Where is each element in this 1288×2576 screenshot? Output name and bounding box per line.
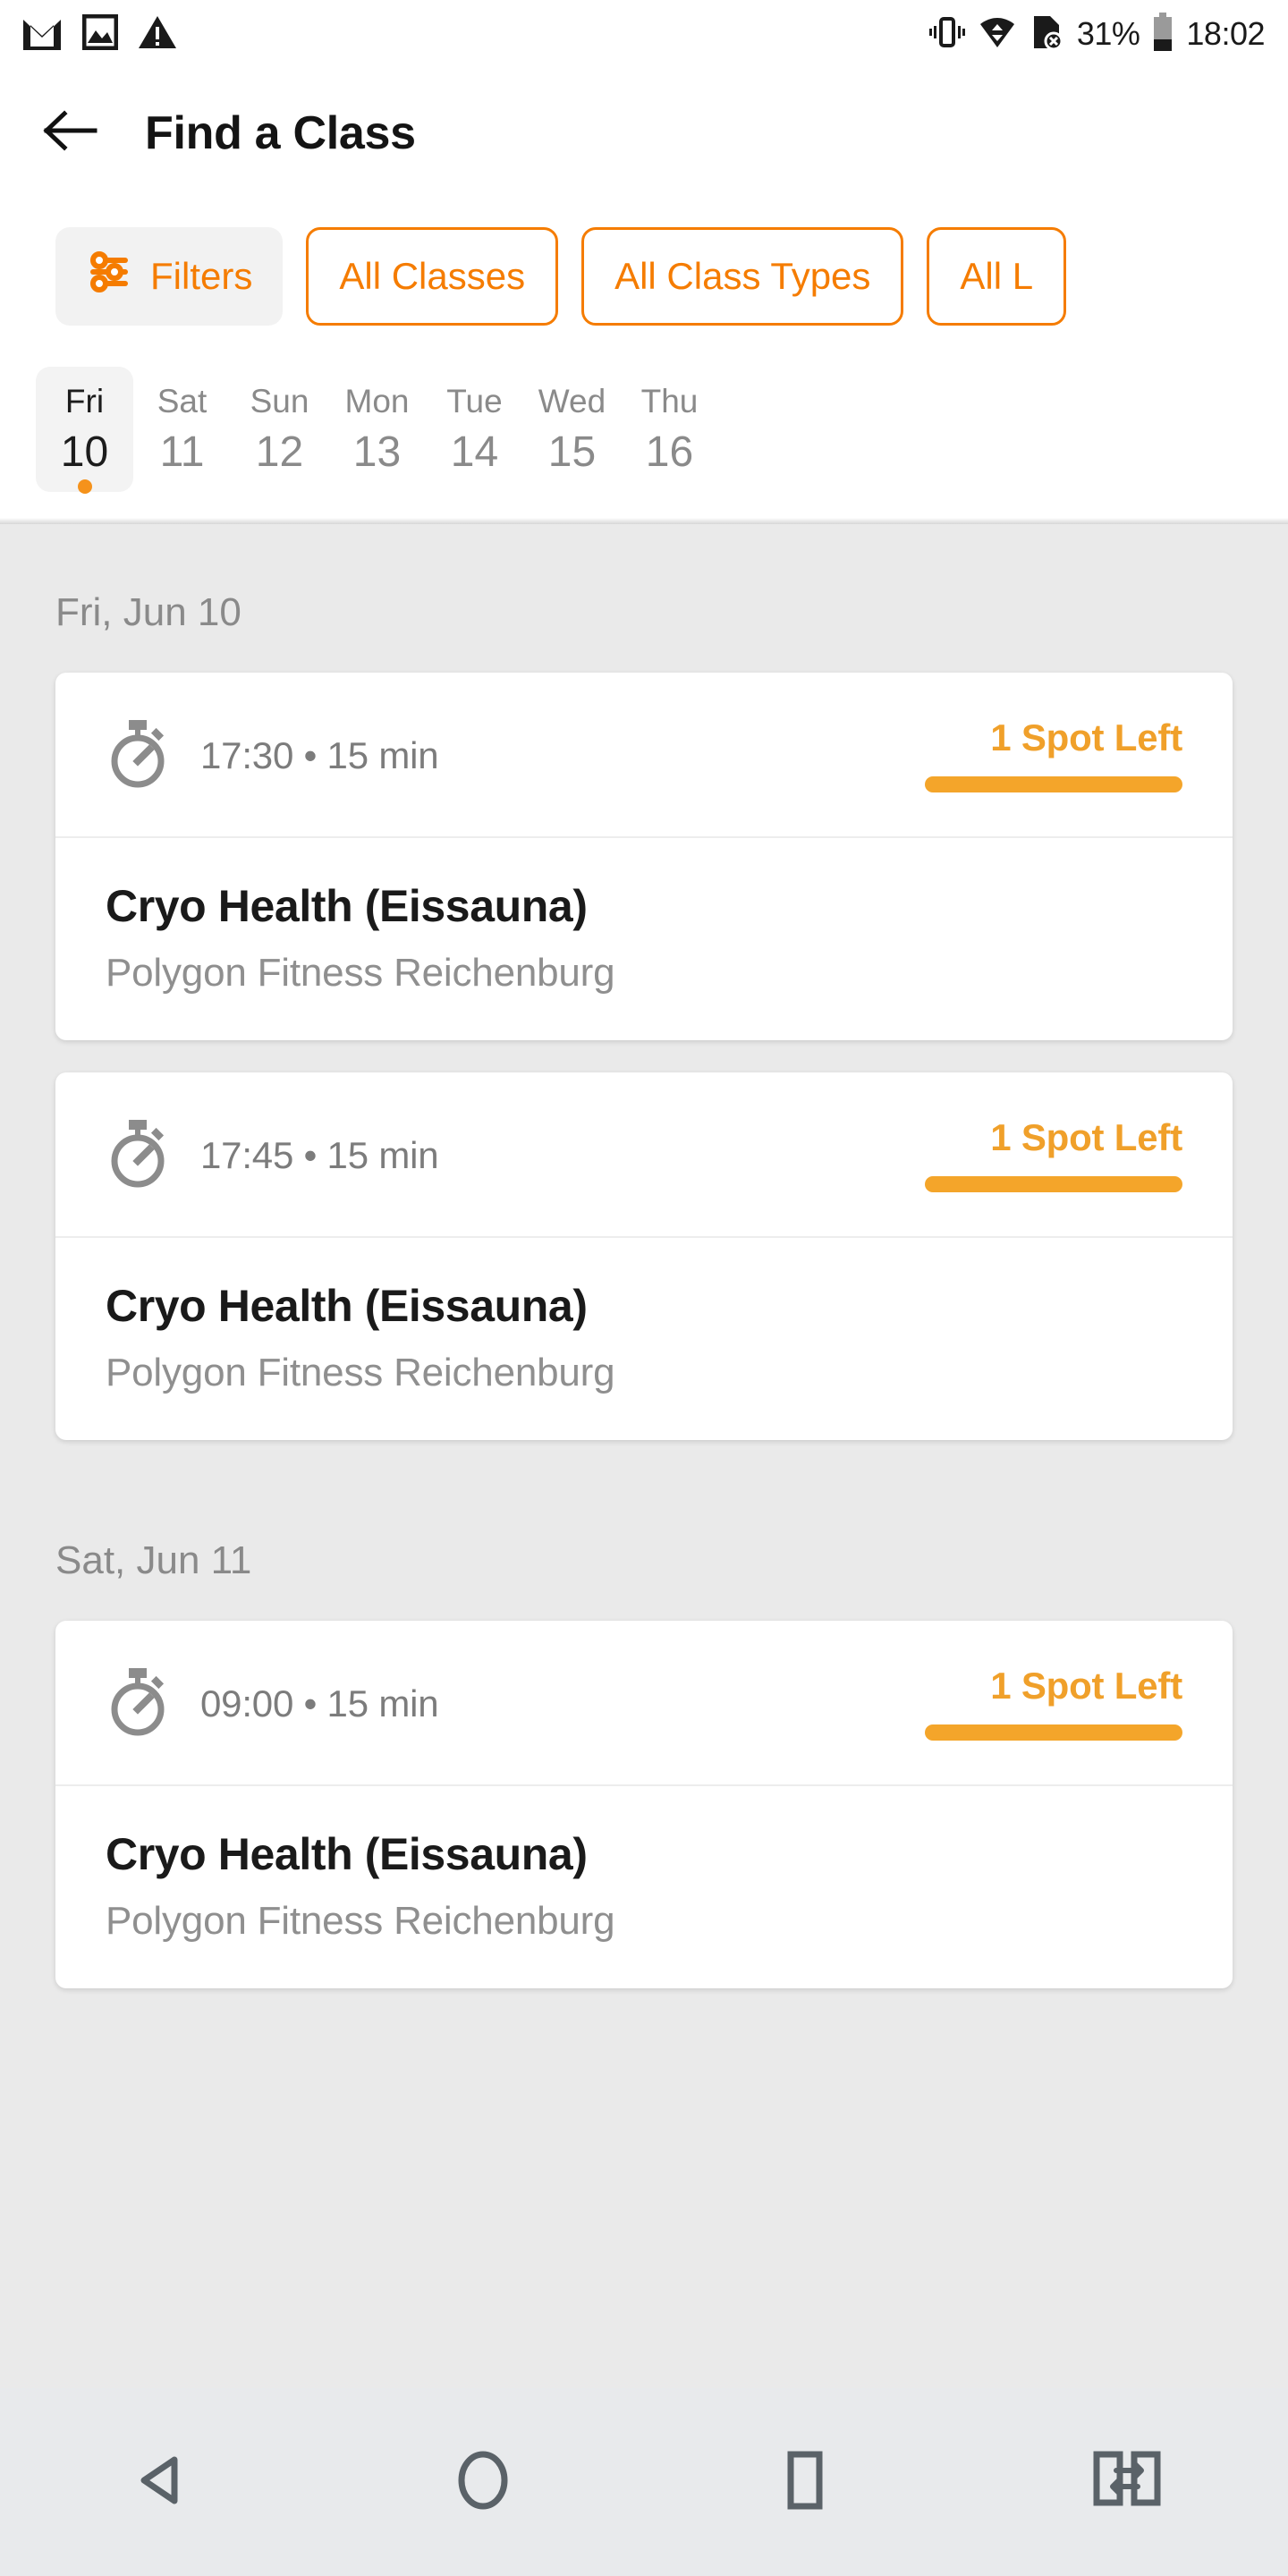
class-card-time-row: 17:45 • 15 min 1 Spot Left bbox=[55, 1072, 1233, 1238]
nav-recents-button[interactable] bbox=[644, 2388, 966, 2576]
day-number: 13 bbox=[352, 428, 402, 477]
filter-chip-all-classes[interactable]: All Classes bbox=[306, 226, 559, 326]
day-number: 14 bbox=[450, 428, 499, 477]
day-name: Wed bbox=[538, 383, 606, 419]
day-number: 12 bbox=[255, 428, 304, 477]
section-heading-fri: Fri, Jun 10 bbox=[55, 590, 242, 634]
day-number: 11 bbox=[159, 428, 205, 477]
class-time-label: 17:45 • 15 min bbox=[200, 1133, 439, 1176]
filter-chip-label: All L bbox=[960, 254, 1034, 297]
spots-availability-bar bbox=[925, 1724, 1182, 1741]
stopwatch-icon bbox=[106, 1666, 170, 1741]
filter-chip-label: All Classes bbox=[339, 254, 526, 297]
stopwatch-icon bbox=[106, 718, 170, 792]
day-name: Mon bbox=[344, 383, 410, 419]
day-item-mon-13[interactable]: Mon 13 bbox=[328, 367, 426, 492]
class-card-body: Cryo Health (Eissauna) Polygon Fitness R… bbox=[55, 838, 1233, 1040]
stopwatch-icon bbox=[106, 1118, 170, 1192]
class-list-scroll-area[interactable]: Fri, Jun 10 17:30 • 15 min 1 Spot Left C… bbox=[0, 524, 1288, 2388]
vibrate-icon bbox=[928, 14, 966, 55]
battery-icon bbox=[1152, 12, 1174, 56]
day-name: Tue bbox=[446, 383, 503, 419]
day-item-sun-12[interactable]: Sun 12 bbox=[231, 367, 328, 492]
filter-chip-all-class-types[interactable]: All Class Types bbox=[581, 226, 904, 326]
sliders-icon bbox=[86, 249, 132, 304]
class-card[interactable]: 17:45 • 15 min 1 Spot Left Cryo Health (… bbox=[55, 1072, 1233, 1440]
photos-icon bbox=[81, 13, 119, 55]
selected-day-dot bbox=[77, 479, 92, 494]
spots-indicator: 1 Spot Left bbox=[925, 1115, 1182, 1192]
filters-chip-label: Filters bbox=[150, 254, 253, 297]
status-bar-clock: 18:02 bbox=[1186, 15, 1265, 52]
class-venue: Polygon Fitness Reichenburg bbox=[106, 951, 615, 995]
class-card[interactable]: 17:30 • 15 min 1 Spot Left Cryo Health (… bbox=[55, 673, 1233, 1040]
filter-chip-label: All Class Types bbox=[614, 254, 871, 297]
nav-back-button[interactable] bbox=[0, 2388, 322, 2576]
day-name: Fri bbox=[64, 383, 105, 419]
day-item-fri-10[interactable]: Fri 10 bbox=[36, 367, 133, 494]
home-circle-icon bbox=[450, 2447, 516, 2518]
day-number: 15 bbox=[547, 428, 597, 477]
day-item-tue-14[interactable]: Tue 14 bbox=[426, 367, 523, 492]
class-card-time-row: 17:30 • 15 min 1 Spot Left bbox=[55, 673, 1233, 838]
class-card[interactable]: 09:00 • 15 min 1 Spot Left Cryo Health (… bbox=[55, 1621, 1233, 1988]
android-navigation-bar bbox=[0, 2388, 1288, 2576]
status-bar: 31% 18:02 bbox=[0, 0, 1288, 68]
class-title: Cryo Health (Eissauna) bbox=[106, 1829, 588, 1879]
class-card-time-row: 09:00 • 15 min 1 Spot Left bbox=[55, 1621, 1233, 1786]
spots-availability-bar bbox=[925, 1175, 1182, 1192]
app-bar: Find a Class bbox=[0, 68, 1288, 203]
filter-chip-list: Filters All Classes All Class Types All … bbox=[55, 226, 1067, 326]
day-selector-strip[interactable]: Fri 10 Sat 11 Sun 12 Mon 13 Tue 14 Wed 1… bbox=[0, 354, 1288, 524]
class-venue: Polygon Fitness Reichenburg bbox=[106, 1351, 615, 1394]
battery-percent-label: 31% bbox=[1076, 15, 1140, 52]
day-number: 10 bbox=[60, 428, 109, 477]
sim-card-off-icon bbox=[1029, 14, 1064, 55]
day-item-sat-11[interactable]: Sat 11 bbox=[133, 367, 231, 492]
day-item-thu-16[interactable]: Thu 16 bbox=[621, 367, 718, 492]
wifi-icon bbox=[979, 14, 1016, 55]
day-name: Thu bbox=[640, 383, 699, 419]
filter-chip-all-locations[interactable]: All L bbox=[927, 226, 1067, 326]
class-venue: Polygon Fitness Reichenburg bbox=[106, 1899, 615, 1943]
filter-chip-bar[interactable]: Filters All Classes All Class Types All … bbox=[0, 198, 1288, 354]
nav-screen-switch-button[interactable] bbox=[966, 2388, 1288, 2576]
day-name: Sat bbox=[157, 383, 208, 419]
day-strip-divider bbox=[0, 518, 1288, 524]
arrow-back-icon bbox=[43, 110, 98, 156]
day-name: Sun bbox=[250, 383, 309, 419]
spots-left-label: 1 Spot Left bbox=[990, 1664, 1182, 1707]
back-triangle-icon bbox=[128, 2447, 194, 2518]
day-number: 16 bbox=[645, 428, 694, 477]
nav-home-button[interactable] bbox=[322, 2388, 644, 2576]
filters-chip[interactable]: Filters bbox=[55, 226, 284, 326]
status-bar-right-icons: 31% 18:02 bbox=[928, 12, 1265, 56]
day-item-wed-15[interactable]: Wed 15 bbox=[523, 367, 621, 492]
screen-switch-icon bbox=[1089, 2447, 1165, 2518]
gmail-icon bbox=[21, 14, 63, 55]
status-bar-left-icons bbox=[21, 13, 177, 55]
class-card-body: Cryo Health (Eissauna) Polygon Fitness R… bbox=[55, 1238, 1233, 1440]
class-time-label: 09:00 • 15 min bbox=[200, 1682, 439, 1724]
recents-square-icon bbox=[772, 2447, 838, 2518]
spots-indicator: 1 Spot Left bbox=[925, 716, 1182, 792]
spots-indicator: 1 Spot Left bbox=[925, 1664, 1182, 1741]
spots-left-label: 1 Spot Left bbox=[990, 716, 1182, 758]
class-title: Cryo Health (Eissauna) bbox=[106, 881, 588, 931]
class-time-label: 17:30 • 15 min bbox=[200, 733, 439, 776]
section-heading-sat: Sat, Jun 11 bbox=[55, 1538, 252, 1582]
spots-left-label: 1 Spot Left bbox=[990, 1115, 1182, 1158]
class-card-body: Cryo Health (Eissauna) Polygon Fitness R… bbox=[55, 1786, 1233, 1988]
warning-triangle-icon bbox=[138, 14, 177, 55]
page-title: Find a Class bbox=[145, 106, 416, 159]
back-button[interactable] bbox=[41, 104, 100, 163]
spots-availability-bar bbox=[925, 775, 1182, 792]
class-title: Cryo Health (Eissauna) bbox=[106, 1281, 588, 1331]
